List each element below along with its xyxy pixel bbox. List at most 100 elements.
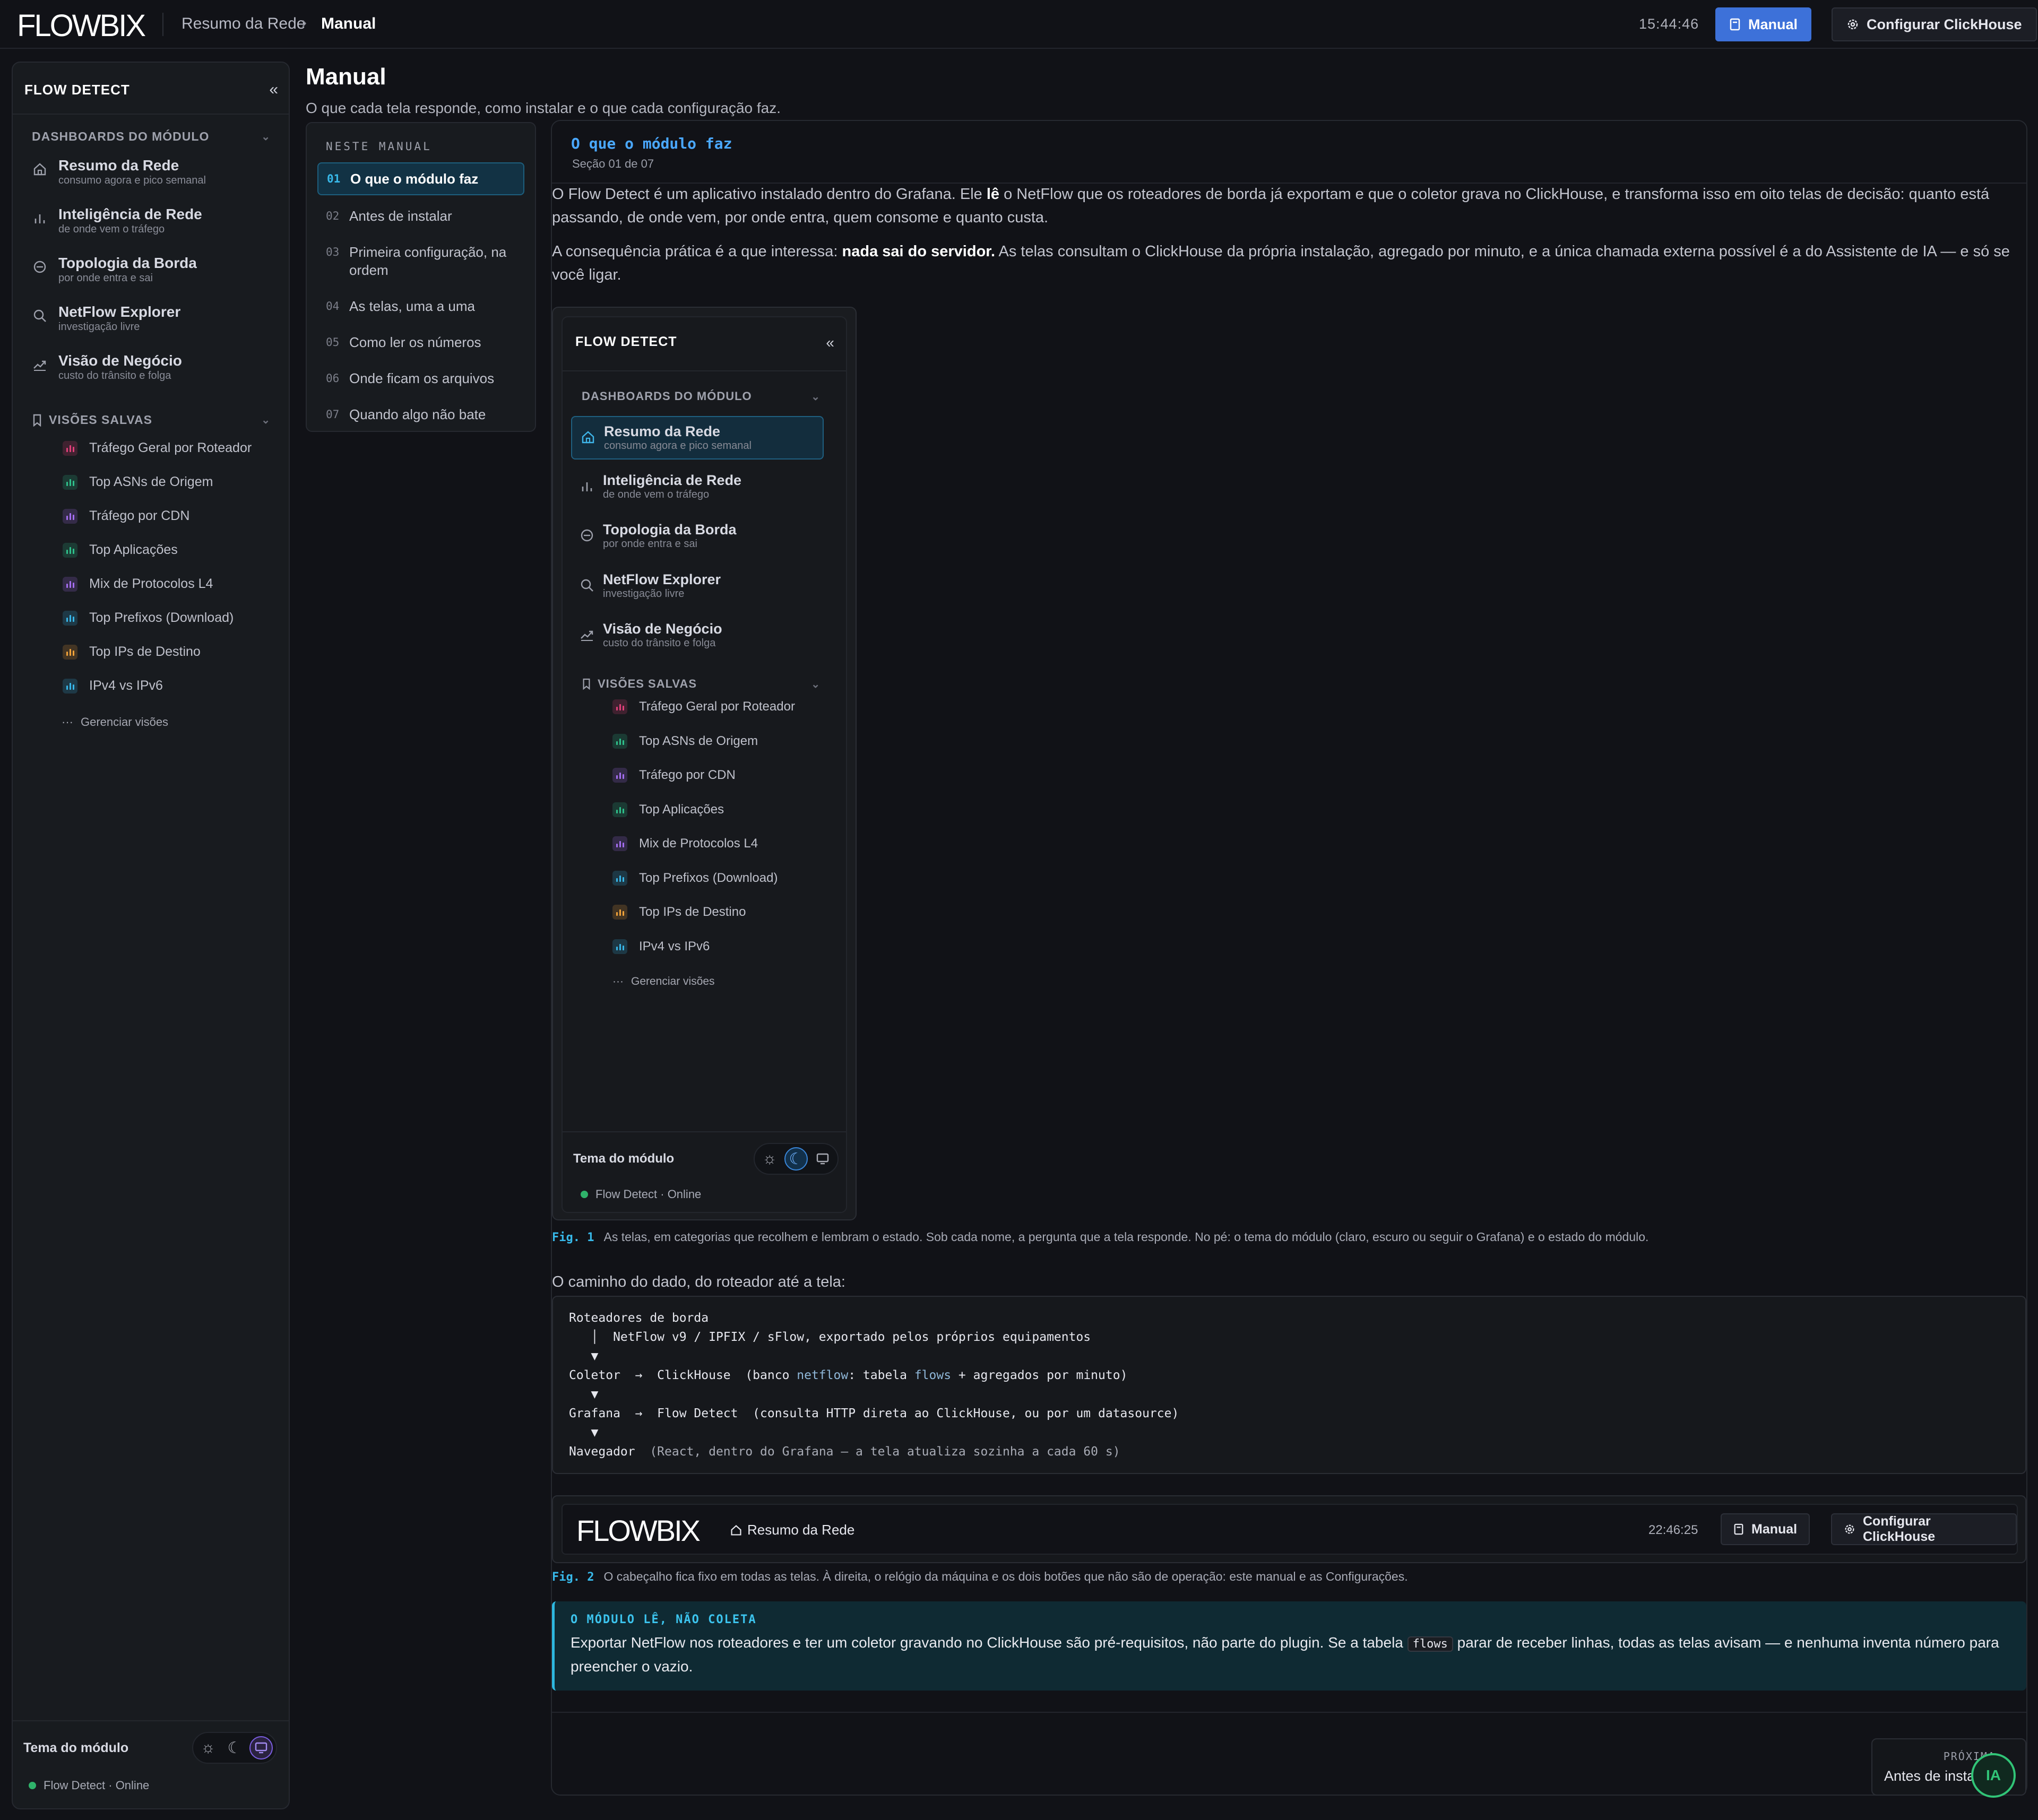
svg-text:FLOWBIX: FLOWBIX xyxy=(576,1515,701,1545)
toc-item[interactable]: 03 Primeira configuração, na ordem xyxy=(317,237,524,285)
flowbix-logo[interactable]: FLOWBIX xyxy=(17,10,146,40)
toc-item[interactable]: 04 As telas, uma a uma xyxy=(317,291,524,322)
mock-nav-subtitle: de onde vem o tráfego xyxy=(603,488,710,500)
caption-text: O cabeçalho fica fixo em todas as telas.… xyxy=(603,1570,1408,1583)
nav-item-resumo-da-rede[interactable]: Resumo da Rede consumo agora e pico seman… xyxy=(32,157,206,187)
configure-clickhouse-label: Configurar ClickHouse xyxy=(1867,16,2022,32)
clock: 22:46:25 xyxy=(1648,1523,1698,1537)
saved-view-label: Top Prefixos (Download) xyxy=(89,610,234,625)
toc-item-number: 06 xyxy=(326,372,340,385)
nav-item-visao-de-negocio[interactable]: Visão de Negócio custo do trânsito e folg… xyxy=(32,352,182,382)
toc-item[interactable]: 05 Como ler os números xyxy=(317,327,524,358)
nav-item-title: NetFlow Explorer xyxy=(58,304,181,320)
caption-text: As telas, em categorias que recolhem e l… xyxy=(603,1230,1649,1244)
manual-button: Manual xyxy=(1721,1513,1810,1545)
sun-icon[interactable]: ☼ xyxy=(196,1736,220,1760)
toc-item[interactable]: 06 Onde ficam os arquivos xyxy=(317,363,524,394)
paragraph-intro: O Flow Detect é um aplicativo instalado … xyxy=(552,186,1990,226)
moon-icon[interactable]: ☾ xyxy=(223,1736,246,1760)
saved-view-item[interactable]: Top ASNs de Origem xyxy=(63,474,213,490)
mock-nav-title: Resumo da Rede xyxy=(604,423,721,439)
saved-view-item[interactable]: Tráfego por CDN xyxy=(63,508,189,524)
chevron-down-icon: ⌄ xyxy=(261,131,271,143)
nav-item-netflow-explorer[interactable]: NetFlow Explorer investigação livre xyxy=(32,304,180,333)
collapse-icon[interactable]: « xyxy=(269,81,278,99)
callout-note: O MÓDULO LÊ, NÃO COLETA Exportar NetFlow… xyxy=(552,1601,2026,1691)
dashboards-section-header[interactable]: DASHBOARDS DO MÓDULO ⌄ xyxy=(32,129,271,144)
manage-views-link[interactable]: ··· Gerenciar visões xyxy=(62,715,168,729)
chevron-right-icon: › xyxy=(301,14,307,31)
breadcrumb-current: Manual xyxy=(321,15,376,32)
module-status: Flow Detect · Online xyxy=(29,1779,149,1792)
mock-nav-item: Resumo da Rede consumo agora e pico seman… xyxy=(571,416,824,460)
nav-item-inteligencia-de-rede[interactable]: Inteligência de Rede de onde vem o tráfeg… xyxy=(32,206,202,236)
saved-view-label: Tráfego por CDN xyxy=(89,508,190,523)
mock-nav-subtitle: investigação livre xyxy=(603,587,685,600)
bar-chart-icon xyxy=(63,644,77,660)
saved-view-item[interactable]: Top Prefixos (Download) xyxy=(63,610,234,626)
trend-icon xyxy=(580,627,594,642)
nav-item-title: Resumo da Rede xyxy=(58,157,179,174)
mock-nav-subtitle: consumo agora e pico semanal xyxy=(604,440,752,452)
ai-assistant-button[interactable]: IA xyxy=(1971,1753,2016,1798)
sidebar-mock-title: FLOW DETECT xyxy=(575,334,677,349)
toc-item-label: Onde ficam os arquivos xyxy=(349,370,495,386)
toc-item-label: Como ler os números xyxy=(349,334,481,350)
saved-view-label: Top IPs de Destino xyxy=(639,905,746,919)
toc-item-number: 07 xyxy=(326,408,340,421)
toc-item-number: 05 xyxy=(326,336,340,349)
figure-1-sidebar-preview: FLOW DETECT « DASHBOARDS DO MÓDULO ⌄ Res… xyxy=(552,307,857,1220)
theme-switcher: ☼ ☾ xyxy=(754,1143,839,1175)
toc-title: NESTE MANUAL xyxy=(326,140,432,153)
nav-item-subtitle: por onde entra e sai xyxy=(58,272,153,284)
home-icon xyxy=(32,161,48,177)
divider xyxy=(563,1131,846,1132)
saved-view-item: Top IPs de Destino xyxy=(612,905,746,920)
section-counter: Seção 01 de 07 xyxy=(572,157,654,170)
section-header: O que o módulo faz Seção 01 de 07 xyxy=(552,121,2026,184)
nav-item-subtitle: custo do trânsito e folga xyxy=(58,370,171,382)
svg-text:FLOWBIX: FLOWBIX xyxy=(17,10,145,40)
saved-view-item: Tráfego por CDN xyxy=(612,768,736,783)
nav-item-title: Inteligência de Rede xyxy=(58,206,202,222)
mock-nav-title: Visão de Negócio xyxy=(603,621,722,637)
configure-clickhouse-button[interactable]: Configurar ClickHouse xyxy=(1832,7,2037,41)
status-dot xyxy=(29,1782,36,1789)
section-title: O que o módulo faz xyxy=(571,135,732,152)
manual-button[interactable]: Manual xyxy=(1715,7,1812,41)
saved-view-item[interactable]: Mix de Protocolos L4 xyxy=(63,576,213,592)
callout-text: Exportar NetFlow nos roteadores e ter um… xyxy=(571,1634,1999,1675)
circle-minus-icon xyxy=(580,528,594,543)
bookmark-icon xyxy=(32,414,42,427)
callout-title: O MÓDULO LÊ, NÃO COLETA xyxy=(571,1613,757,1626)
nav-item-topologia-da-borda[interactable]: Topologia da Borda por onde entra e sai xyxy=(32,255,197,284)
breadcrumb-home[interactable]: Resumo da Rede xyxy=(182,15,305,33)
divider xyxy=(552,1712,2026,1713)
bar-chart-icon xyxy=(63,440,77,456)
toc-item[interactable]: 07 Quando algo não bate xyxy=(317,399,524,430)
bar-chart-icon xyxy=(63,678,77,694)
saved-view-label: Top Aplicações xyxy=(89,542,178,557)
monitor-icon xyxy=(811,1147,834,1171)
bar-chart-icon xyxy=(612,699,627,714)
toc-item[interactable]: 01 O que o módulo faz xyxy=(317,162,524,195)
saved-view-label: Top IPs de Destino xyxy=(89,644,201,659)
manual-button-label: Manual xyxy=(1751,1521,1798,1537)
divider xyxy=(13,1720,289,1721)
bar-chart-icon xyxy=(580,479,594,493)
saved-view-item[interactable]: IPv4 vs IPv6 xyxy=(63,678,163,694)
manage-views-label: Gerenciar visões xyxy=(80,715,169,729)
toc-item[interactable]: 02 Antes de instalar xyxy=(317,201,524,231)
breadcrumb-label: Resumo da Rede xyxy=(747,1522,855,1538)
saved-views-section-header[interactable]: VISÕES SALVAS ⌄ xyxy=(32,413,271,427)
saved-view-item[interactable]: Tráfego Geral por Roteador xyxy=(63,440,252,456)
saved-views-section-header: VISÕES SALVAS ⌄ xyxy=(582,677,821,691)
saved-view-label: Tráfego por CDN xyxy=(639,768,736,782)
toc-item-label: O que o módulo faz xyxy=(350,171,479,187)
saved-view-item[interactable]: Top Aplicações xyxy=(63,542,178,558)
mock-nav-subtitle: por onde entra e sai xyxy=(603,538,697,550)
bar-chart-icon xyxy=(612,802,627,817)
monitor-icon[interactable] xyxy=(249,1736,273,1760)
status-text: Flow Detect · Online xyxy=(595,1188,702,1201)
saved-view-item[interactable]: Top IPs de Destino xyxy=(63,644,201,660)
